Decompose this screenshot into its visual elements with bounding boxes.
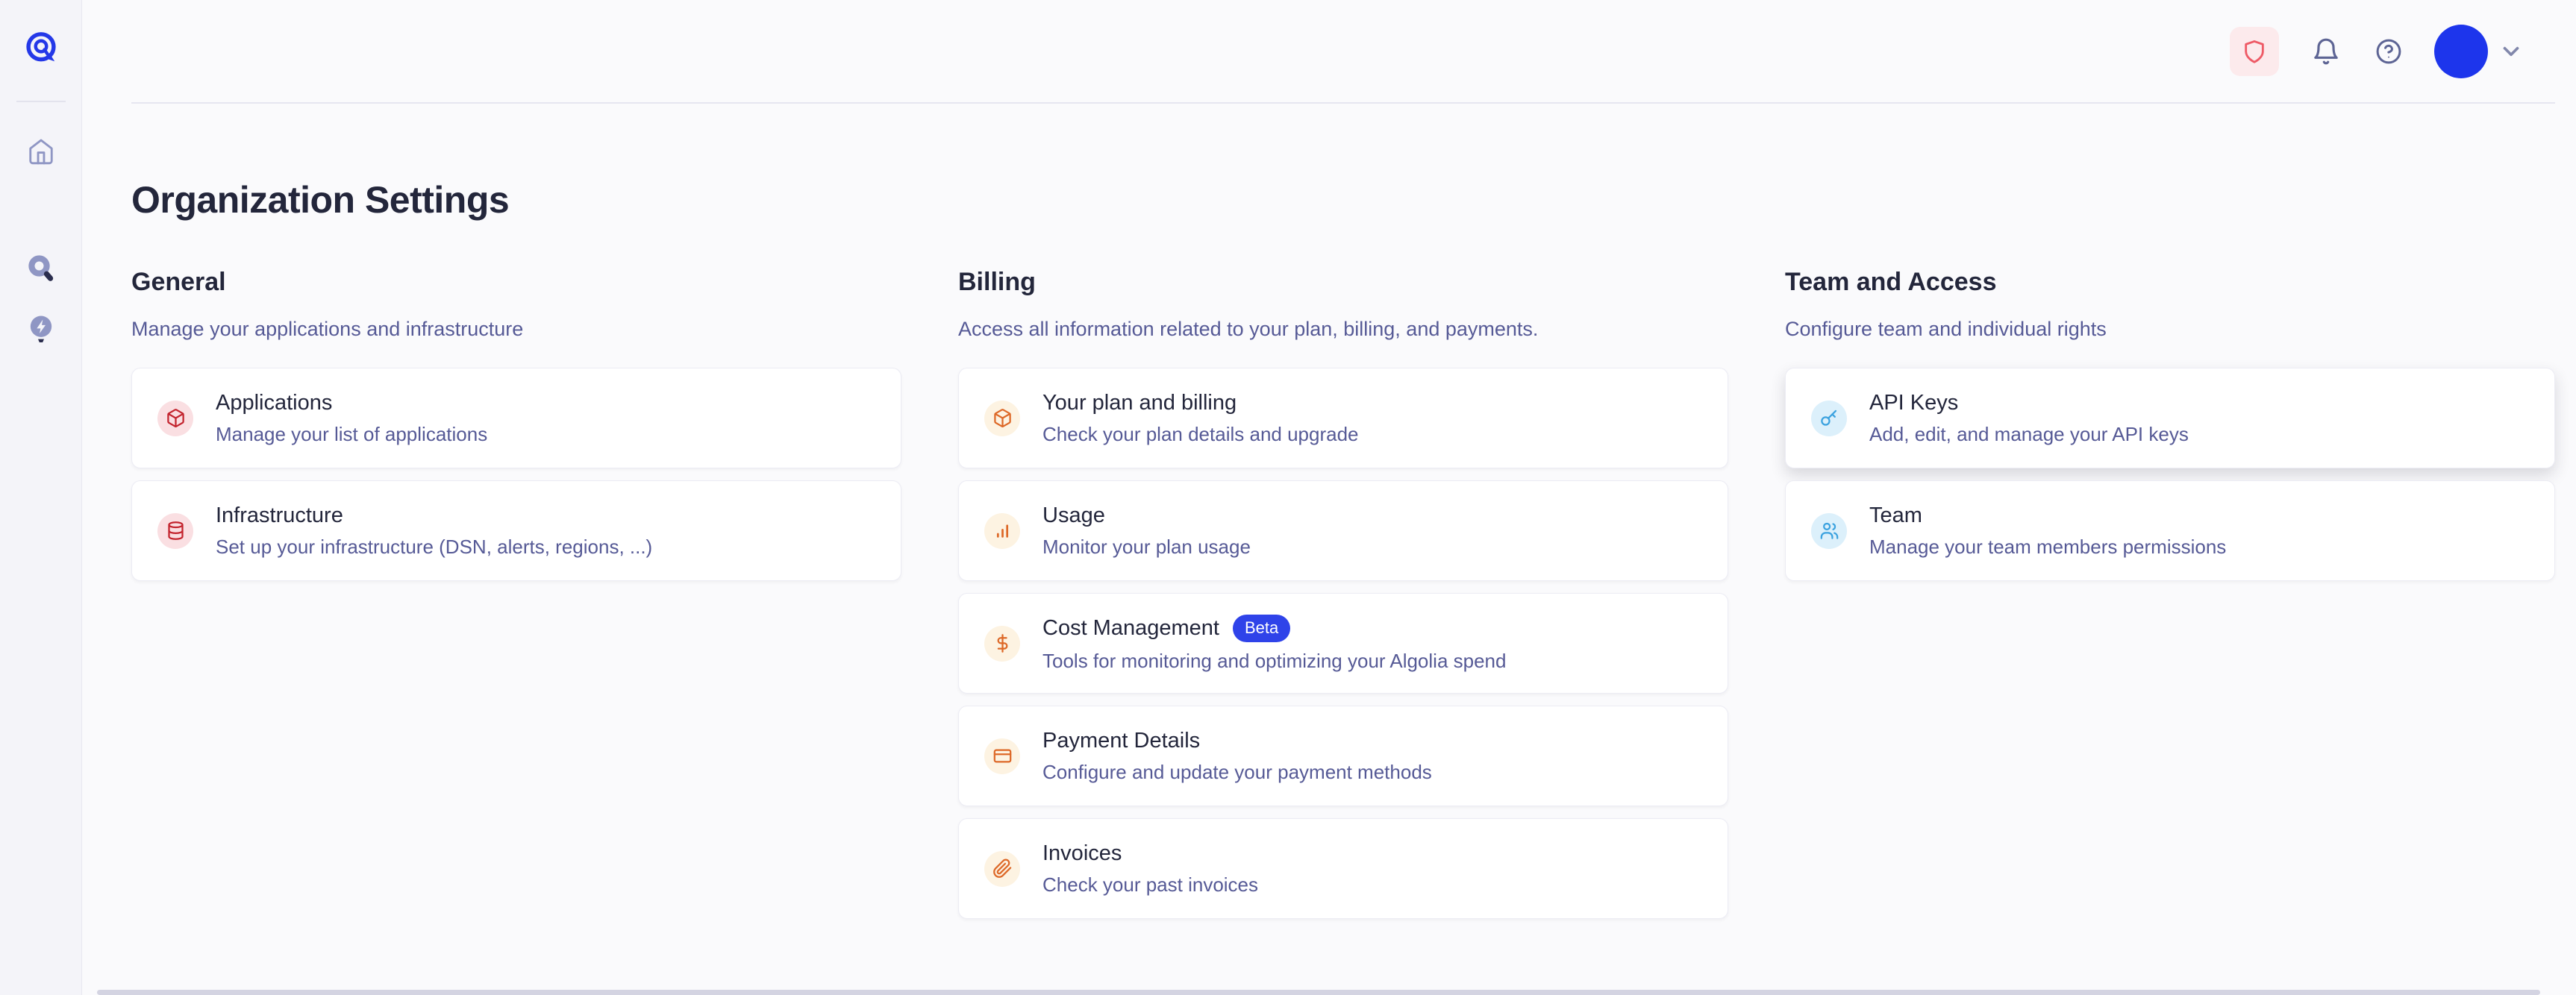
card-title: API Keys — [1869, 391, 2189, 415]
card-description: Manage your list of applications — [216, 423, 487, 446]
card-applications[interactable]: Applications Manage your list of applica… — [131, 368, 901, 468]
card-payment-details[interactable]: Payment Details Configure and update you… — [958, 706, 1728, 806]
section-team-and-access: Team and Access Configure team and indiv… — [1785, 268, 2555, 919]
security-shield-button[interactable] — [2230, 27, 2279, 76]
card-description: Check your past invoices — [1042, 873, 1258, 897]
card-title-text: Cost Management — [1042, 616, 1219, 641]
sidebar-divider — [16, 101, 66, 102]
paperclip-icon — [984, 851, 1020, 887]
card-title: Team — [1869, 503, 2226, 528]
main-content: Organization Settings General Manage you… — [131, 104, 2555, 919]
card-title: Invoices — [1042, 841, 1258, 866]
help-circle-icon — [2375, 37, 2403, 66]
card-title: Cost Management Beta — [1042, 615, 1506, 642]
package-cube-icon — [157, 401, 193, 436]
lightbulb-flash-icon[interactable] — [26, 314, 56, 344]
user-menu[interactable] — [2434, 25, 2524, 78]
bar-chart-icon — [984, 513, 1020, 549]
section-billing: Billing Access all information related t… — [958, 268, 1728, 919]
shield-icon — [2242, 39, 2267, 64]
card-invoices[interactable]: Invoices Check your past invoices — [958, 818, 1728, 919]
section-title: Team and Access — [1785, 268, 2555, 297]
users-icon — [1811, 513, 1847, 549]
card-description: Tools for monitoring and optimizing your… — [1042, 650, 1506, 673]
card-title: Applications — [216, 391, 487, 415]
section-description: Access all information related to your p… — [958, 318, 1728, 341]
card-description: Monitor your plan usage — [1042, 536, 1251, 559]
page-title: Organization Settings — [131, 178, 2555, 222]
key-icon — [1811, 401, 1847, 436]
settings-grid: General Manage your applications and inf… — [131, 268, 2555, 919]
card-title: Your plan and billing — [1042, 391, 1359, 415]
beta-badge: Beta — [1233, 615, 1290, 642]
sidebar — [0, 0, 82, 995]
header-divider — [131, 102, 2555, 104]
card-description: Manage your team members permissions — [1869, 536, 2226, 559]
card-description: Configure and update your payment method… — [1042, 761, 1432, 784]
card-api-keys[interactable]: API Keys Add, edit, and manage your API … — [1785, 368, 2555, 468]
section-description: Manage your applications and infrastruct… — [131, 318, 901, 341]
package-cube-icon — [984, 401, 1020, 436]
card-description: Check your plan details and upgrade — [1042, 423, 1359, 446]
card-usage[interactable]: Usage Monitor your plan usage — [958, 480, 1728, 581]
section-title: Billing — [958, 268, 1728, 297]
credit-card-icon — [984, 738, 1020, 774]
section-title: General — [131, 268, 901, 297]
database-icon — [157, 513, 193, 549]
top-header — [82, 0, 2576, 102]
card-title: Usage — [1042, 503, 1251, 528]
card-title: Payment Details — [1042, 729, 1432, 753]
card-cost-management[interactable]: Cost Management Beta Tools for monitorin… — [958, 593, 1728, 694]
card-description: Add, edit, and manage your API keys — [1869, 423, 2189, 446]
dollar-icon — [984, 626, 1020, 662]
search-magnifier-icon[interactable] — [26, 253, 56, 283]
home-icon[interactable] — [26, 136, 56, 166]
chevron-down-icon — [2498, 39, 2524, 64]
algolia-logo-icon[interactable] — [22, 28, 60, 67]
card-description: Set up your infrastructure (DSN, alerts,… — [216, 536, 652, 559]
section-general: General Manage your applications and inf… — [131, 268, 901, 919]
section-description: Configure team and individual rights — [1785, 318, 2555, 341]
card-infrastructure[interactable]: Infrastructure Set up your infrastructur… — [131, 480, 901, 581]
card-team[interactable]: Team Manage your team members permission… — [1785, 480, 2555, 581]
notifications-bell-button[interactable] — [2309, 34, 2343, 69]
help-button[interactable] — [2372, 34, 2406, 69]
card-plan-and-billing[interactable]: Your plan and billing Check your plan de… — [958, 368, 1728, 468]
horizontal-scrollbar[interactable] — [97, 990, 2540, 995]
avatar[interactable] — [2434, 25, 2488, 78]
bell-icon — [2311, 37, 2341, 66]
card-title: Infrastructure — [216, 503, 652, 528]
